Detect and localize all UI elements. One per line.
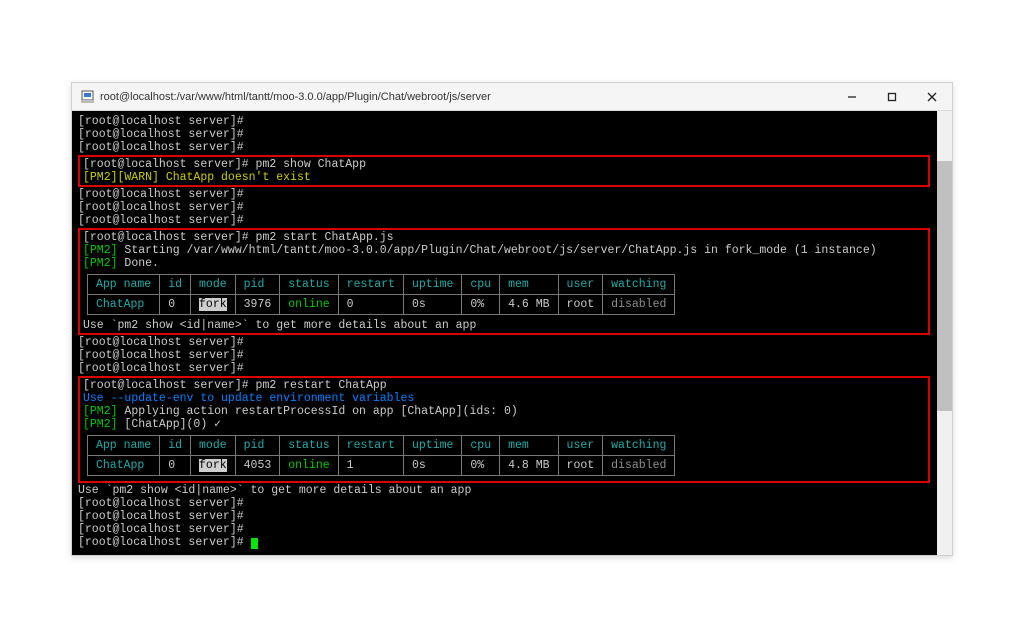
pm2-tag: [PM2]	[83, 418, 118, 431]
col-mode: mode	[191, 436, 236, 456]
col-user: user	[558, 275, 603, 295]
prompt-line: [root@localhost server]#	[78, 497, 946, 510]
col-status: status	[280, 436, 338, 456]
highlight-box-show: [root@localhost server]# pm2 show ChatAp…	[78, 155, 930, 187]
col-cpu: cpu	[462, 275, 500, 295]
command: pm2 restart ChatApp	[256, 379, 387, 392]
cell-watching: disabled	[603, 456, 675, 476]
col-cpu: cpu	[462, 436, 500, 456]
col-pid: pid	[235, 436, 280, 456]
highlight-box-restart: [root@localhost server]# pm2 restart Cha…	[78, 376, 930, 483]
scrollbar-track[interactable]	[937, 111, 952, 555]
col-pid: pid	[235, 275, 280, 295]
putty-icon	[80, 90, 94, 104]
prompt-line: [root@localhost server]#	[78, 214, 946, 227]
col-watching: watching	[603, 275, 675, 295]
col-uptime: uptime	[403, 275, 461, 295]
prompt: [root@localhost server]#	[83, 231, 249, 244]
pm2-tag: [PM2]	[83, 405, 118, 418]
cell-watching: disabled	[603, 295, 675, 315]
cursor	[251, 538, 258, 549]
close-button[interactable]	[912, 83, 952, 111]
prompt: [root@localhost server]#	[83, 379, 249, 392]
window-title: root@localhost:/var/www/html/tantt/moo-3…	[100, 91, 832, 103]
col-mem: mem	[500, 275, 558, 295]
cell-id: 0	[160, 295, 191, 315]
prompt-line: [root@localhost server]#	[78, 128, 946, 141]
cell-mem: 4.6 MB	[500, 295, 558, 315]
prompt: [root@localhost server]#	[83, 158, 249, 171]
cell-app-name: ChatApp	[88, 295, 160, 315]
prompt-line: [root@localhost server]#	[78, 201, 946, 214]
col-uptime: uptime	[403, 436, 461, 456]
cell-cpu: 0%	[462, 456, 500, 476]
maximize-button[interactable]	[872, 83, 912, 111]
prompt-line: [root@localhost server]#	[78, 349, 946, 362]
cell-mode: fork	[191, 295, 236, 315]
cell-status: online	[280, 295, 338, 315]
pm2-starting: Starting /var/www/html/tantt/moo-3.0.0/a…	[118, 244, 877, 257]
pm2-update-env: Use --update-env to update environment v…	[83, 392, 414, 405]
window-controls	[832, 83, 952, 111]
cell-pid: 3976	[235, 295, 280, 315]
prompt-line: [root@localhost server]#	[78, 510, 946, 523]
cell-pid: 4053	[235, 456, 280, 476]
terminal-window: root@localhost:/var/www/html/tantt/moo-3…	[71, 82, 953, 556]
col-user: user	[558, 436, 603, 456]
minimize-button[interactable]	[832, 83, 872, 111]
pm2-warn-tag: [PM2][WARN]	[83, 171, 159, 184]
col-id: id	[160, 436, 191, 456]
table-header-row: App name id mode pid status restart upti…	[88, 436, 675, 456]
prompt-line: [root@localhost server]#	[78, 523, 946, 536]
cell-mem: 4.8 MB	[500, 456, 558, 476]
col-app-name: App name	[88, 436, 160, 456]
col-app-name: App name	[88, 275, 160, 295]
col-mode: mode	[191, 275, 236, 295]
cell-restart: 1	[338, 456, 403, 476]
highlight-box-start: [root@localhost server]# pm2 start ChatA…	[78, 228, 930, 335]
titlebar[interactable]: root@localhost:/var/www/html/tantt/moo-3…	[72, 83, 952, 111]
pm2-table-2: App name id mode pid status restart upti…	[87, 435, 675, 476]
cell-status: online	[280, 456, 338, 476]
cell-restart: 0	[338, 295, 403, 315]
cell-uptime: 0s	[403, 456, 461, 476]
cell-user: root	[558, 456, 603, 476]
cell-uptime: 0s	[403, 295, 461, 315]
pm2-restarted: [ChatApp](0) ✓	[118, 418, 222, 431]
pm2-applying: Applying action restartProcessId on app …	[118, 405, 518, 418]
pm2-table-1: App name id mode pid status restart upti…	[87, 274, 675, 315]
pm2-warn-msg: ChatApp doesn't exist	[159, 171, 311, 184]
col-status: status	[280, 275, 338, 295]
pm2-done: Done.	[118, 257, 159, 270]
pm2-tag: [PM2]	[83, 257, 118, 270]
prompt-line: [root@localhost server]#	[78, 115, 946, 128]
pm2-hint: Use `pm2 show <id|name>` to get more det…	[78, 484, 946, 497]
cell-mode: fork	[191, 456, 236, 476]
prompt-line: [root@localhost server]#	[78, 336, 946, 349]
prompt-line: [root@localhost server]#	[78, 188, 946, 201]
table-row: ChatApp 0 fork 3976 online 0 0s 0% 4.6 M…	[88, 295, 675, 315]
command: pm2 show ChatApp	[256, 158, 366, 171]
table-row: ChatApp 0 fork 4053 online 1 0s 0% 4.8 M…	[88, 456, 675, 476]
pm2-hint: Use `pm2 show <id|name>` to get more det…	[83, 319, 925, 332]
prompt-line-active: [root@localhost server]#	[78, 536, 946, 549]
cell-app-name: ChatApp	[88, 456, 160, 476]
cell-id: 0	[160, 456, 191, 476]
cell-user: root	[558, 295, 603, 315]
scrollbar-thumb[interactable]	[937, 161, 952, 411]
col-restart: restart	[338, 275, 403, 295]
pm2-tag: [PM2]	[83, 244, 118, 257]
col-restart: restart	[338, 436, 403, 456]
col-id: id	[160, 275, 191, 295]
table-header-row: App name id mode pid status restart upti…	[88, 275, 675, 295]
prompt-line: [root@localhost server]#	[78, 362, 946, 375]
prompt-line: [root@localhost server]#	[78, 141, 946, 154]
cell-cpu: 0%	[462, 295, 500, 315]
terminal-area[interactable]: [root@localhost server]# [root@localhost…	[72, 111, 952, 555]
command: pm2 start ChatApp.js	[256, 231, 394, 244]
col-watching: watching	[603, 436, 675, 456]
col-mem: mem	[500, 436, 558, 456]
